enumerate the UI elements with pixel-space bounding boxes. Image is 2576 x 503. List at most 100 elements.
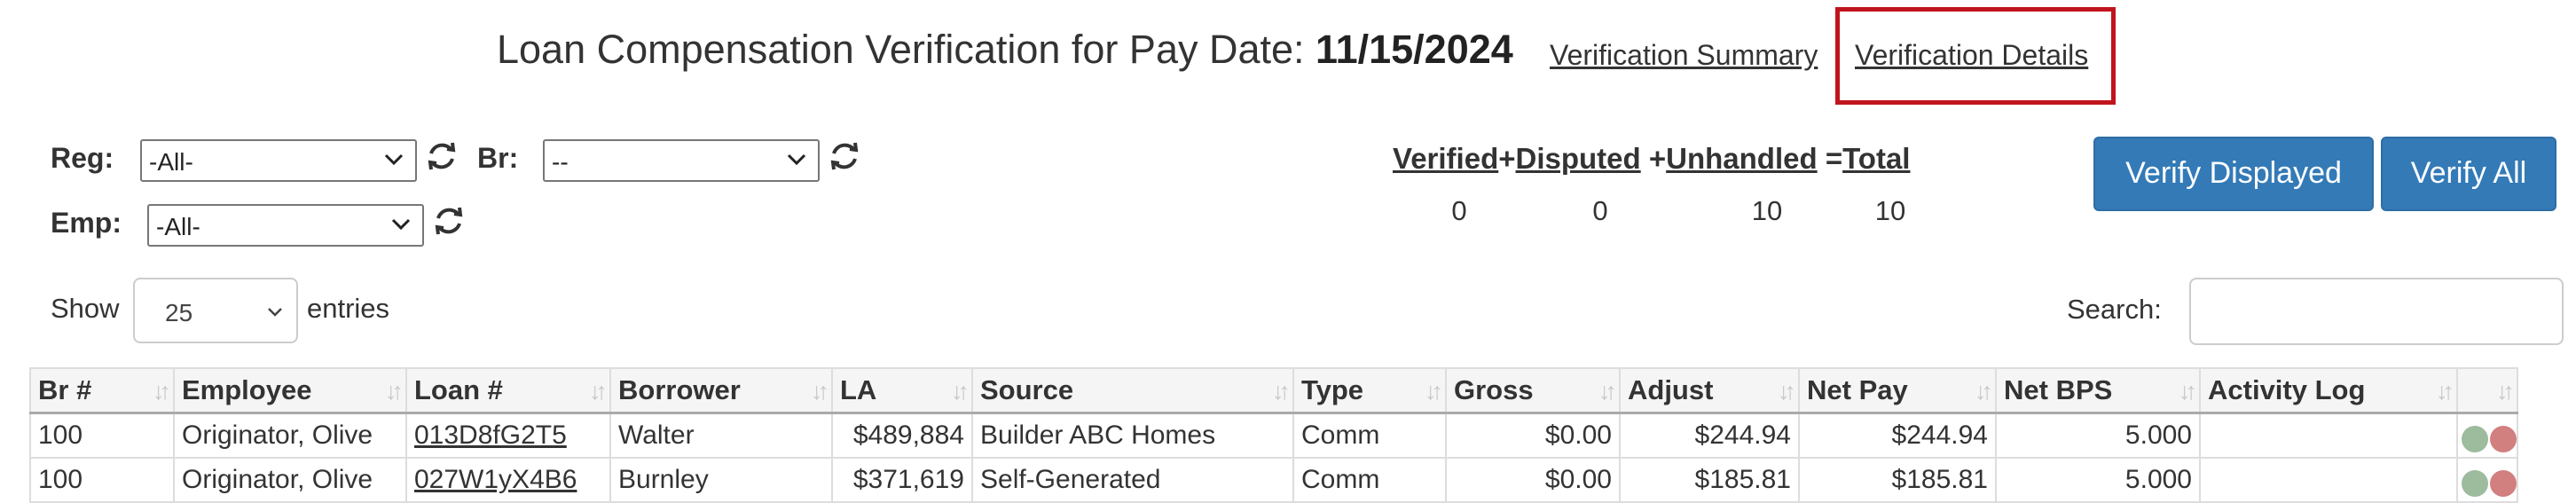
cell-loan: 013D8fG2T5	[405, 412, 611, 459]
total-count: 10	[1874, 195, 1906, 226]
br-label: Br:	[477, 142, 519, 174]
column-header-label: Loan #	[414, 374, 503, 405]
chevron-down-icon	[268, 308, 282, 317]
cell-br: 100	[29, 457, 175, 503]
column-header[interactable]: Activity Log ↓↑	[2199, 367, 2458, 414]
column-header[interactable]: Gross ↓↑	[1445, 367, 1621, 414]
verify-displayed-button[interactable]: Verify Displayed	[2093, 137, 2374, 211]
sort-icon: ↓↑	[385, 378, 404, 405]
sort-icon: ↓↑	[1425, 378, 1443, 405]
cell-adjust: $185.81	[1619, 457, 1800, 503]
counts-header: Verified+Disputed +Unhandled =Total	[1393, 142, 1910, 176]
verified-count: 0	[1451, 195, 1467, 226]
show-label: Show	[51, 293, 120, 324]
cell-gross: $0.00	[1445, 412, 1621, 459]
approve-icon[interactable]	[2462, 470, 2488, 497]
plus-sign: +	[1648, 142, 1667, 175]
column-header[interactable]: Br # ↓↑	[29, 367, 175, 414]
column-header[interactable]: LA ↓↑	[831, 367, 973, 414]
column-header-label: Borrower	[618, 374, 741, 405]
disputed-count: 0	[1592, 195, 1608, 226]
cell-gross: $0.00	[1445, 457, 1621, 503]
cell-source: Self-Generated	[971, 457, 1294, 503]
br-select-value: --	[552, 148, 569, 176]
sort-icon: ↓↑	[1975, 378, 1993, 405]
sort-icon: ↓↑	[1778, 378, 1796, 405]
br-select[interactable]: --	[543, 139, 820, 182]
sort-icon: ↓↑	[2179, 378, 2197, 405]
cell-actions	[2456, 457, 2518, 503]
sort-icon: ↓↑	[589, 378, 608, 405]
column-header[interactable]: Source ↓↑	[971, 367, 1294, 414]
column-header[interactable]: Loan # ↓↑	[405, 367, 611, 414]
sort-icon: ↓↑	[2496, 378, 2515, 405]
sort-icon: ↓↑	[951, 378, 970, 405]
verification-summary-link[interactable]: Verification Summary	[1550, 39, 1818, 72]
reg-label: Reg:	[51, 142, 114, 174]
total-label: Total	[1842, 142, 1911, 175]
emp-label: Emp:	[51, 207, 122, 239]
reject-icon[interactable]	[2490, 426, 2516, 452]
refresh-icon[interactable]	[827, 138, 862, 174]
search-label: Search:	[2067, 294, 2162, 325]
reject-icon[interactable]	[2490, 470, 2516, 497]
sort-icon: ↓↑	[811, 378, 829, 405]
column-header[interactable]: Net Pay ↓↑	[1798, 367, 1997, 414]
column-header[interactable]: Type ↓↑	[1292, 367, 1447, 414]
sort-icon: ↓↑	[1598, 378, 1617, 405]
disputed-label: Disputed	[1515, 142, 1641, 175]
column-header-label: Source	[980, 374, 1074, 405]
entries-label: entries	[307, 293, 390, 324]
verification-table: Br # ↓↑ Employee ↓↑ Loan # ↓↑ Borrower ↓↑ LA…	[29, 367, 2518, 503]
chevron-down-icon	[384, 153, 404, 166]
column-header-label: Gross	[1454, 374, 1534, 405]
column-header-label: Employee	[182, 374, 312, 405]
reg-select[interactable]: -All-	[140, 139, 417, 182]
column-header[interactable]: Borrower ↓↑	[609, 367, 833, 414]
cell-type: Comm	[1292, 457, 1447, 503]
refresh-icon[interactable]	[431, 203, 467, 239]
unhandled-label: Unhandled	[1666, 142, 1818, 175]
table-row: 100 Originator, Olive 013D8fG2T5 Walter …	[29, 412, 2518, 459]
cell-net-pay: $185.81	[1798, 457, 1997, 503]
cell-employee: Originator, Olive	[173, 412, 407, 459]
column-header-label: Net BPS	[2004, 374, 2113, 405]
cell-actions	[2456, 412, 2518, 459]
page-length-value: 25	[165, 299, 193, 326]
page-title-prefix: Loan Compensation Verification for Pay D…	[497, 27, 1305, 72]
approve-icon[interactable]	[2462, 426, 2488, 452]
column-header[interactable]: Adjust ↓↑	[1619, 367, 1800, 414]
column-header-label: Net Pay	[1807, 374, 1908, 405]
verified-label: Verified	[1393, 142, 1499, 175]
loan-link[interactable]: 027W1yX4B6	[414, 465, 577, 494]
cell-la: $371,619	[831, 457, 973, 503]
plus-sign: +	[1498, 142, 1516, 175]
reg-select-value: -All-	[149, 148, 193, 176]
pay-date: 11/15/2024	[1315, 27, 1513, 72]
chevron-down-icon	[787, 153, 806, 166]
column-header[interactable]: Net BPS ↓↑	[1995, 367, 2201, 414]
cell-la: $489,884	[831, 412, 973, 459]
column-header-label: Activity Log	[2208, 374, 2366, 405]
column-header[interactable]: Employee ↓↑	[173, 367, 407, 414]
refresh-icon[interactable]	[424, 138, 459, 174]
highlight-box	[1835, 7, 2116, 105]
emp-select-value: -All-	[156, 213, 200, 240]
cell-borrower: Walter	[609, 412, 833, 459]
sort-icon: ↓↑	[1272, 378, 1291, 405]
cell-net-bps: 5.000	[1995, 457, 2201, 503]
table-row: 100 Originator, Olive 027W1yX4B6 Burnley…	[29, 457, 2518, 503]
page-length-select[interactable]: 25	[133, 278, 298, 343]
cell-source: Builder ABC Homes	[971, 412, 1294, 459]
page-title: Loan Compensation Verification for Pay D…	[497, 27, 1513, 73]
cell-net-pay: $244.94	[1798, 412, 1997, 459]
emp-select[interactable]: -All-	[147, 204, 424, 247]
cell-activity-log	[2199, 412, 2458, 459]
loan-link[interactable]: 013D8fG2T5	[414, 420, 567, 450]
verify-all-button[interactable]: Verify All	[2381, 137, 2556, 211]
chevron-down-icon	[391, 218, 411, 231]
equals-sign: =	[1825, 142, 1843, 175]
cell-type: Comm	[1292, 412, 1447, 459]
column-header[interactable]: ↓↑	[2456, 367, 2518, 414]
search-input[interactable]	[2189, 278, 2564, 345]
